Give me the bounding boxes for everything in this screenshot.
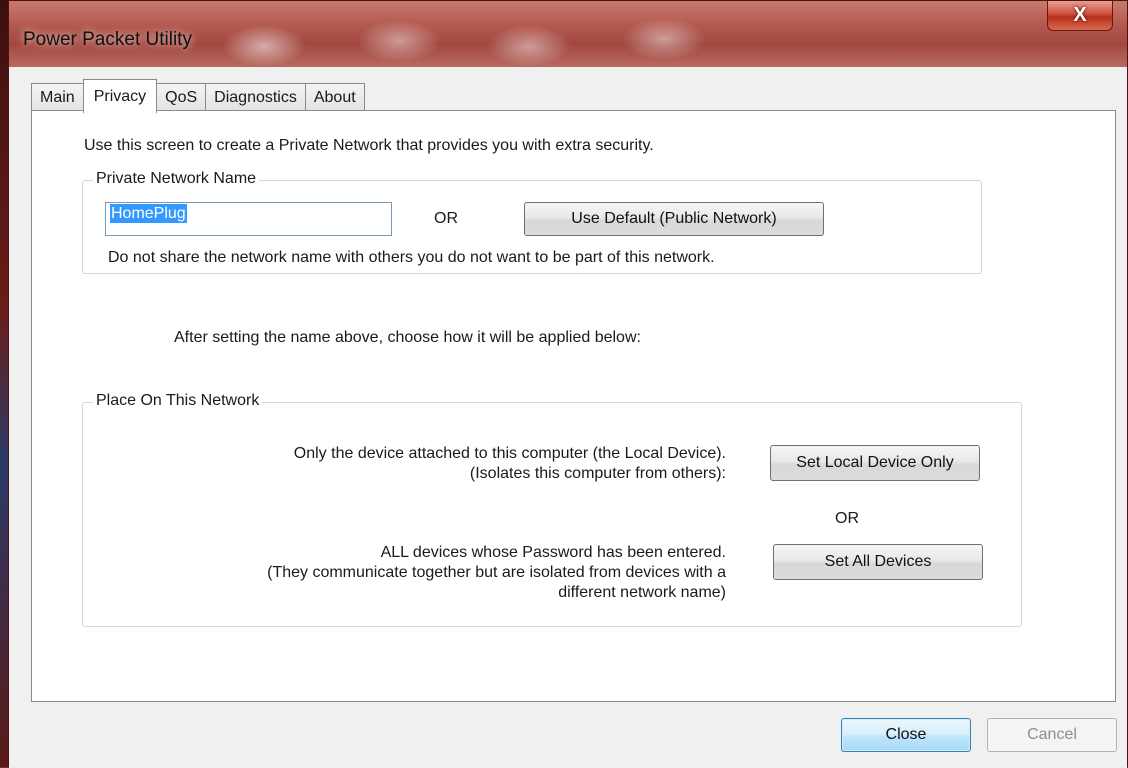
place-on-network-group: Place On This Network Only the device at… — [82, 392, 1022, 627]
group-label: Place On This Network — [93, 392, 263, 410]
all-line-3: different network name) — [558, 584, 726, 601]
local-line-2: (Isolates this computer from others): — [469, 465, 726, 482]
tab-privacy[interactable]: Privacy — [82, 79, 158, 113]
use-default-button[interactable]: Use Default (Public Network) — [524, 202, 824, 236]
app-window: Power Packet Utility X Main Privacy QoS … — [8, 0, 1128, 768]
tab-qos[interactable]: QoS — [156, 83, 207, 111]
tab-main[interactable]: Main — [31, 83, 84, 111]
privacy-panel: Use this screen to create a Private Netw… — [31, 110, 1116, 702]
after-instruction: After setting the name above, choose how… — [174, 329, 641, 346]
network-name-value: HomePlug — [110, 204, 187, 223]
set-all-devices-button[interactable]: Set All Devices — [773, 544, 983, 580]
local-device-description: Only the device attached to this compute… — [294, 444, 726, 484]
all-line-1: ALL devices whose Password has been ente… — [380, 544, 726, 561]
client-area: Main Privacy QoS Diagnostics About Use t… — [9, 67, 1127, 768]
or-label: OR — [835, 510, 859, 527]
tab-strip: Main Privacy QoS Diagnostics About — [31, 79, 365, 113]
title-bar[interactable]: Power Packet Utility X — [9, 1, 1127, 67]
cancel-button[interactable]: Cancel — [987, 718, 1117, 752]
window-close-icon[interactable]: X — [1047, 1, 1113, 31]
local-line-1: Only the device attached to this compute… — [293, 445, 726, 462]
warning-text: Do not share the network name with other… — [108, 249, 715, 266]
all-devices-description: ALL devices whose Password has been ente… — [267, 543, 726, 603]
all-line-2: (They communicate together but are isola… — [267, 564, 726, 581]
or-label: OR — [434, 210, 458, 227]
intro-text: Use this screen to create a Private Netw… — [84, 137, 654, 154]
set-local-device-button[interactable]: Set Local Device Only — [770, 445, 980, 481]
tab-diagnostics[interactable]: Diagnostics — [205, 83, 306, 111]
tab-about[interactable]: About — [304, 83, 365, 111]
private-network-name-group: Private Network Name HomePlug OR Use Def… — [82, 170, 982, 274]
network-name-input[interactable]: HomePlug — [105, 202, 392, 236]
group-label: Private Network Name — [93, 170, 260, 188]
window-title: Power Packet Utility — [23, 29, 192, 50]
close-button[interactable]: Close — [841, 718, 971, 752]
